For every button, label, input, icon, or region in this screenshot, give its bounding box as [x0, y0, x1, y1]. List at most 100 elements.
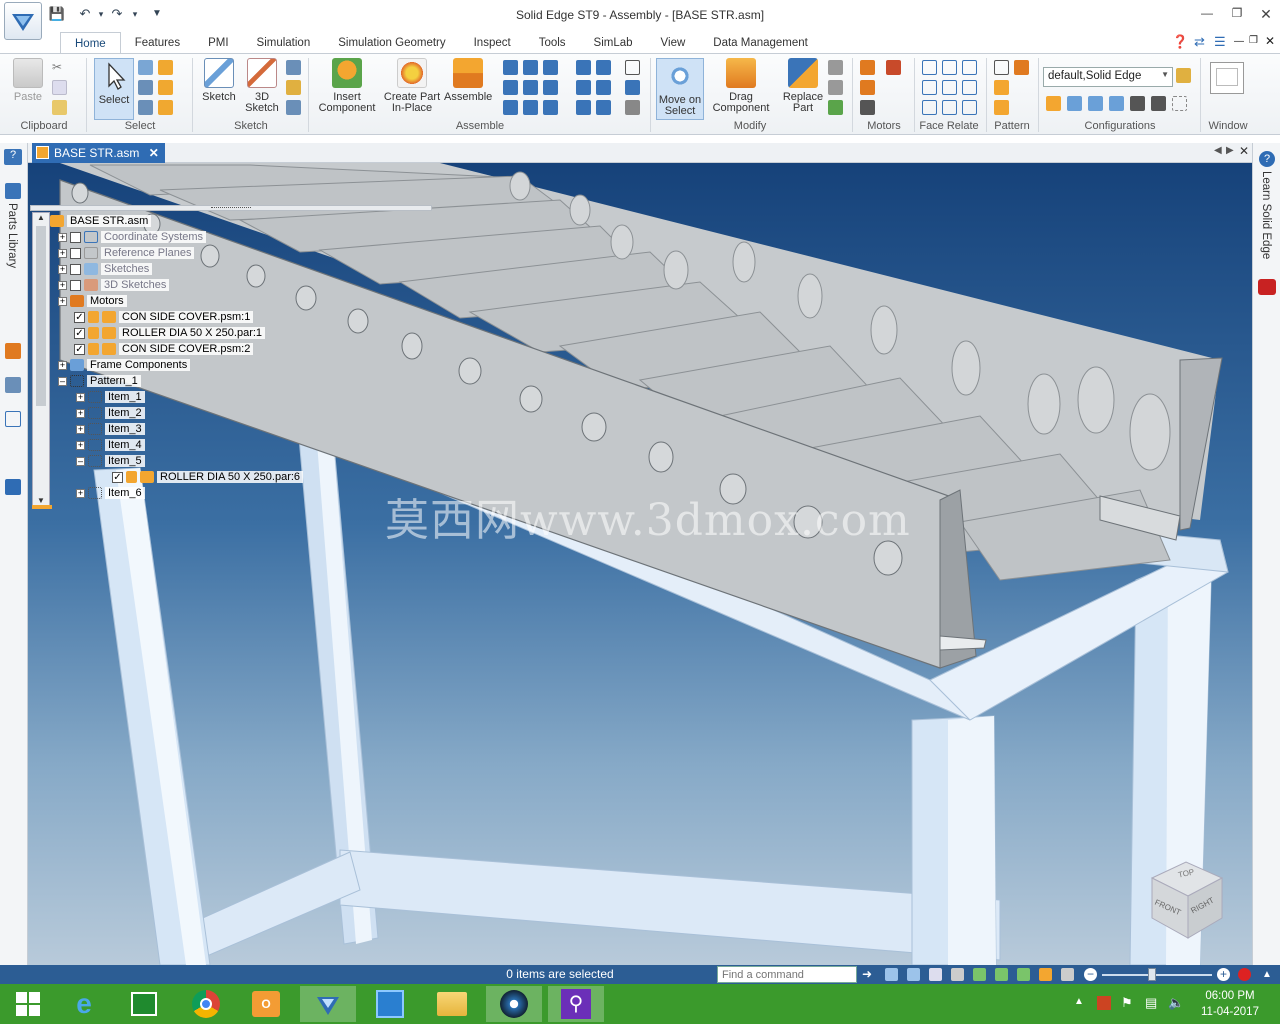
configuration-select[interactable]: default,Solid Edge ▼: [1043, 67, 1173, 87]
pan-icon[interactable]: [951, 968, 964, 981]
help-icon[interactable]: ❓: [1172, 34, 1188, 50]
tree-item-item-5[interactable]: – Item_5: [76, 454, 145, 469]
arrow-right-icon[interactable]: ➜: [862, 968, 875, 981]
motor-linear-icon[interactable]: [860, 80, 875, 95]
visibility-checkbox[interactable]: ✓: [112, 471, 123, 483]
relate-parallel-icon[interactable]: [576, 60, 591, 75]
select-cursor-icon[interactable]: [138, 100, 153, 115]
tree-item-item-6[interactable]: + Item_6: [76, 486, 145, 501]
close-button[interactable]: ✕: [1255, 6, 1277, 24]
assemble-capture-icon[interactable]: [625, 100, 640, 115]
chrome-button[interactable]: [178, 986, 234, 1022]
relate-angle-icon[interactable]: [543, 80, 558, 95]
insert-component-button[interactable]: Insert Component: [316, 58, 378, 114]
zoom-in-icon[interactable]: +: [1217, 968, 1230, 981]
relate-mate-icon[interactable]: [503, 60, 518, 75]
visibility-checkbox[interactable]: [70, 247, 81, 259]
visibility-checkbox[interactable]: [70, 279, 81, 291]
youtube-icon[interactable]: [1258, 279, 1276, 295]
visibility-checkbox[interactable]: ✓: [74, 343, 85, 355]
relate-planar-icon[interactable]: [523, 60, 538, 75]
select-box-icon[interactable]: [138, 80, 153, 95]
relate-axial-icon[interactable]: [543, 60, 558, 75]
expand-icon[interactable]: +: [58, 264, 67, 274]
tab-simlab[interactable]: SimLab: [580, 32, 647, 54]
collapse-icon[interactable]: –: [58, 376, 67, 386]
visibility-checkbox[interactable]: [70, 263, 81, 275]
doc-minimize-button[interactable]: —: [1234, 36, 1244, 47]
tree-item-con-side-cover-1[interactable]: ✓ CON SIDE COVER.psm:1: [74, 310, 254, 325]
visibility-checkbox[interactable]: [70, 231, 81, 243]
start-button[interactable]: [0, 986, 56, 1022]
expand-icon[interactable]: +: [76, 488, 85, 498]
view-orientation-icon[interactable]: [1017, 968, 1030, 981]
tab-home[interactable]: Home: [60, 32, 121, 54]
sync-icon[interactable]: ⇄: [1194, 34, 1205, 50]
internet-explorer-button[interactable]: e: [56, 986, 112, 1022]
window-arrange-button[interactable]: [1210, 62, 1244, 94]
shading-icon[interactable]: [1061, 968, 1074, 981]
clock-date[interactable]: 11-04-2017: [1195, 1006, 1265, 1018]
select-assembly-icon[interactable]: [158, 100, 173, 115]
view-styles-icon[interactable]: [1039, 968, 1052, 981]
face-parallel-icon[interactable]: [942, 60, 957, 75]
help-circle-icon[interactable]: ?: [1259, 151, 1275, 167]
expand-icon[interactable]: +: [58, 280, 67, 290]
keyshot-button[interactable]: [486, 986, 542, 1022]
move-on-select-button[interactable]: Move on Select: [656, 58, 704, 120]
select-button[interactable]: Select: [94, 58, 134, 120]
tree-item-item-2[interactable]: + Item_2: [76, 406, 145, 421]
assemble-options-icon[interactable]: [625, 80, 640, 95]
3d-sketch-button[interactable]: 3D Sketch: [243, 58, 281, 114]
collapse-icon[interactable]: –: [76, 456, 85, 466]
zoom-area-icon[interactable]: [885, 968, 898, 981]
zoom-slider-thumb[interactable]: [1148, 968, 1156, 981]
tray-app-icon[interactable]: [1097, 996, 1111, 1010]
tab-features[interactable]: Features: [121, 32, 194, 54]
tree-item-frame-components[interactable]: + Frame Components: [58, 358, 191, 373]
expand-icon[interactable]: +: [76, 440, 85, 450]
face-tangent-icon[interactable]: [942, 80, 957, 95]
tree-item-reference-planes[interactable]: + Reference Planes: [58, 246, 195, 261]
sketch-button[interactable]: Sketch: [200, 58, 238, 103]
file-explorer-button[interactable]: [424, 986, 480, 1022]
expand-icon[interactable]: +: [58, 248, 67, 258]
visibility-checkbox[interactable]: ✓: [74, 311, 85, 323]
family-of-assemblies-icon[interactable]: [5, 411, 21, 427]
expand-icon[interactable]: +: [76, 424, 85, 434]
relate-cam-icon[interactable]: [523, 100, 538, 115]
assemble-grid-icon[interactable]: [625, 60, 640, 75]
record-icon[interactable]: [1238, 968, 1251, 981]
tree-item-motors[interactable]: + Motors: [58, 294, 127, 309]
drag-component-button[interactable]: Drag Component: [706, 58, 776, 114]
relate-tangent-icon[interactable]: [503, 100, 518, 115]
config-zone-icon[interactable]: [1067, 96, 1082, 111]
layers-icon[interactable]: [5, 343, 21, 359]
format-painter-icon[interactable]: [52, 100, 67, 115]
tree-item-item-4[interactable]: + Item_4: [76, 438, 145, 453]
sketch-relation-icon[interactable]: [286, 80, 301, 95]
config-save-icon[interactable]: [1088, 96, 1103, 111]
tree-item-coordinate-systems[interactable]: + Coordinate Systems: [58, 230, 207, 245]
face-concentric-icon[interactable]: [962, 60, 977, 75]
clock-time[interactable]: 06:00 PM: [1195, 990, 1265, 1002]
outlook-button[interactable]: O: [238, 986, 294, 1022]
pattern-circular-icon[interactable]: [1014, 60, 1029, 75]
tree-item-item-3[interactable]: + Item_3: [76, 422, 145, 437]
config-display-icon[interactable]: [1046, 96, 1061, 111]
doc-restore-button[interactable]: ❐: [1249, 35, 1258, 46]
command-finder-input[interactable]: [717, 966, 857, 983]
motor-rotational-icon[interactable]: [860, 60, 875, 75]
relate-rigid-icon[interactable]: [576, 80, 591, 95]
replace-part-button[interactable]: Replace Part: [780, 58, 826, 114]
face-aligned-icon[interactable]: [942, 100, 957, 115]
tab-tools[interactable]: Tools: [525, 32, 580, 54]
ribbon-options-icon[interactable]: ☰: [1214, 34, 1226, 50]
sketch-tool-icon[interactable]: [286, 60, 301, 75]
network-icon[interactable]: ▤: [1145, 995, 1157, 1011]
parts-library-tab[interactable]: Parts Library: [6, 203, 18, 268]
relate-insert-icon[interactable]: [503, 80, 518, 95]
document-tab[interactable]: BASE STR.asm ✕: [32, 143, 165, 163]
restore-button[interactable]: ❐: [1226, 6, 1248, 24]
fit-icon[interactable]: [929, 968, 942, 981]
